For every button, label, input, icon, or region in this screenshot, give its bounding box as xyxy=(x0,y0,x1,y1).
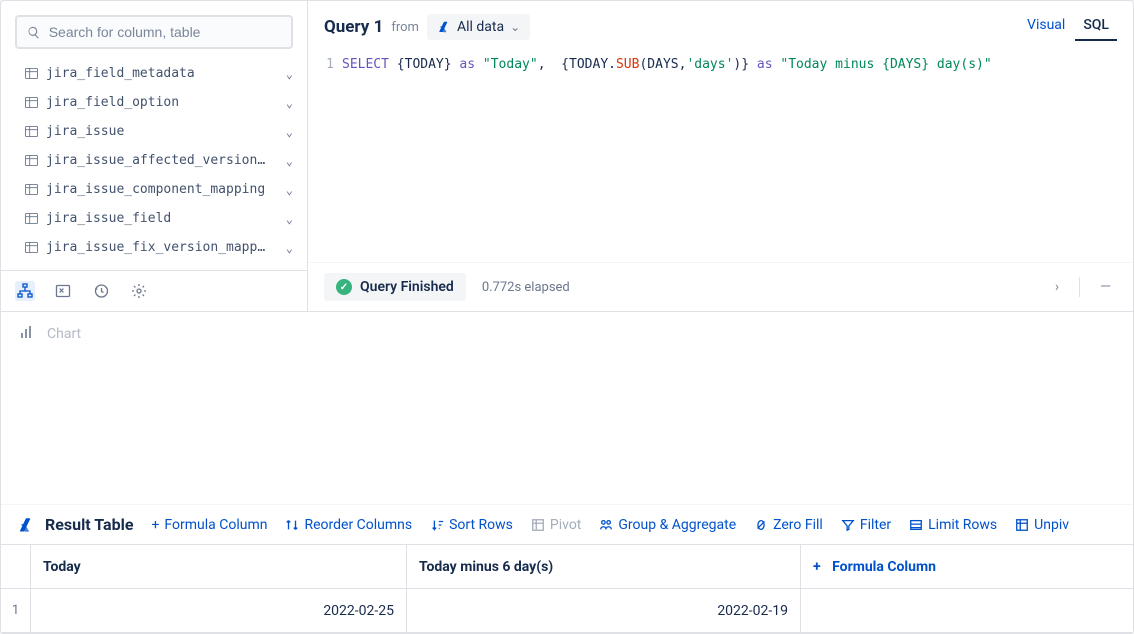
table-item[interactable]: jira_issue_history ⌄ xyxy=(19,262,299,270)
group-aggregate-button[interactable]: Group & Aggregate xyxy=(599,517,736,533)
schema-sidebar: jira_field_metadata ⌄ jira_field_option … xyxy=(1,1,308,311)
search-icon xyxy=(27,25,41,40)
unpivot-icon xyxy=(1015,518,1029,532)
chevron-down-icon: ⌄ xyxy=(286,183,293,197)
atlassian-icon xyxy=(17,516,35,534)
table-name: jira_issue_component_mapping xyxy=(46,182,278,197)
table-item[interactable]: jira_issue_component_mapping ⌄ xyxy=(19,175,299,204)
formula-column-button[interactable]: +Formula Column xyxy=(151,517,267,533)
table-icon xyxy=(25,213,38,224)
column-header[interactable]: Today xyxy=(31,545,407,589)
query-status: ✓ Query Finished xyxy=(324,273,466,301)
query-title: Query 1 xyxy=(324,17,383,37)
add-formula-column[interactable]: + Formula Column xyxy=(801,545,1133,589)
table-item[interactable]: jira_issue ⌄ xyxy=(19,117,299,146)
row-number: 1 xyxy=(1,589,31,633)
history-icon[interactable] xyxy=(91,281,111,301)
pivot-button[interactable]: Pivot xyxy=(531,517,581,533)
zero-icon xyxy=(754,518,768,532)
sort-icon xyxy=(430,518,444,532)
source-name: All data xyxy=(457,19,504,35)
table-item[interactable]: jira_issue_field ⌄ xyxy=(19,204,299,233)
data-source-selector[interactable]: All data ⌄ xyxy=(427,14,530,40)
table-icon xyxy=(25,68,38,79)
table-item[interactable]: jira_field_option ⌄ xyxy=(19,88,299,117)
table-name: jira_field_option xyxy=(46,95,278,110)
table-name: jira_issue xyxy=(46,124,278,139)
plus-icon: + xyxy=(151,517,159,533)
from-label: from xyxy=(391,20,419,35)
table-icon xyxy=(25,126,38,137)
line-number: 1 xyxy=(318,57,342,256)
reorder-columns-button[interactable]: Reorder Columns xyxy=(285,517,412,533)
table-name: jira_issue_fix_version_mapp… xyxy=(46,240,278,255)
tab-sql[interactable]: SQL xyxy=(1075,13,1117,41)
status-bar: ✓ Query Finished 0.772s elapsed › — xyxy=(308,262,1133,311)
sql-code: SELECT {TODAY} as "Today", {TODAY.SUB(DA… xyxy=(342,57,992,256)
result-table: Today Today minus 6 day(s) + Formula Col… xyxy=(1,544,1133,633)
filter-button[interactable]: Filter xyxy=(841,517,891,533)
status-text: Query Finished xyxy=(360,279,454,295)
chevron-down-icon: ⌄ xyxy=(286,125,293,139)
gear-icon[interactable] xyxy=(129,281,149,301)
chevron-down-icon: ⌄ xyxy=(286,212,293,226)
chart-section: Chart xyxy=(1,312,1133,356)
sidebar-toolbar xyxy=(1,270,307,311)
data-cell[interactable] xyxy=(801,589,1133,633)
table-icon xyxy=(25,242,38,253)
search-input[interactable] xyxy=(49,24,281,40)
collapse-icon[interactable]: — xyxy=(1094,277,1117,297)
table-item[interactable]: jira_issue_affected_version… ⌄ xyxy=(19,146,299,175)
row-header-corner xyxy=(1,545,31,589)
result-toolbar: Result Table +Formula Column Reorder Col… xyxy=(1,504,1133,544)
table-list: jira_field_metadata ⌄ jira_field_option … xyxy=(1,59,307,270)
table-name: jira_issue_field xyxy=(46,211,278,226)
table-name: jira_issue_affected_version… xyxy=(46,153,278,168)
search-box[interactable] xyxy=(15,15,293,49)
chevron-down-icon: ⌄ xyxy=(510,20,520,34)
chevron-down-icon: ⌄ xyxy=(286,67,293,81)
chevron-down-icon: ⌄ xyxy=(286,96,293,110)
table-item[interactable]: jira_field_metadata ⌄ xyxy=(19,59,299,88)
plus-icon: + xyxy=(813,559,821,575)
table-name: jira_field_metadata xyxy=(46,66,278,81)
schema-tree-icon[interactable] xyxy=(15,281,35,301)
chevron-down-icon: ⌄ xyxy=(286,241,293,255)
sort-rows-button[interactable]: Sort Rows xyxy=(430,517,513,533)
table-icon xyxy=(25,155,38,166)
elapsed-text: 0.772s elapsed xyxy=(482,280,570,295)
check-icon: ✓ xyxy=(336,279,352,295)
atlassian-icon xyxy=(437,20,451,34)
editor-pane: Query 1 from All data ⌄ Visual SQL 1 SEL… xyxy=(308,1,1133,311)
sql-editor[interactable]: 1 SELECT {TODAY} as "Today", {TODAY.SUB(… xyxy=(308,51,1133,262)
reorder-icon xyxy=(285,518,299,532)
data-cell[interactable]: 2022-02-19 xyxy=(407,589,801,633)
data-cell[interactable]: 2022-02-25 xyxy=(31,589,407,633)
zero-fill-button[interactable]: Zero Fill xyxy=(754,517,823,533)
chevron-down-icon: ⌄ xyxy=(286,154,293,168)
table-icon xyxy=(25,184,38,195)
tab-visual[interactable]: Visual xyxy=(1019,13,1073,41)
variables-icon[interactable] xyxy=(53,281,73,301)
unpivot-button[interactable]: Unpiv xyxy=(1015,517,1069,533)
limit-rows-button[interactable]: Limit Rows xyxy=(909,517,997,533)
limit-icon xyxy=(909,518,923,532)
filter-icon xyxy=(841,518,855,532)
chart-label: Chart xyxy=(47,326,81,342)
result-title: Result Table xyxy=(17,515,133,534)
table-item[interactable]: jira_issue_fix_version_mapp… ⌄ xyxy=(19,233,299,262)
table-icon xyxy=(25,97,38,108)
group-icon xyxy=(599,518,613,532)
chart-icon[interactable] xyxy=(19,324,35,344)
pivot-icon xyxy=(531,518,545,532)
column-header[interactable]: Today minus 6 day(s) xyxy=(407,545,801,589)
expand-icon[interactable]: › xyxy=(1049,277,1065,297)
